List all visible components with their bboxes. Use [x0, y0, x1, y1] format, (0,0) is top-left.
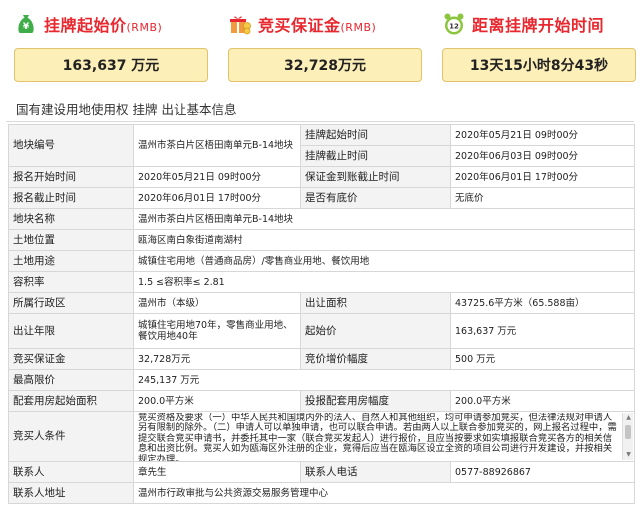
- bidder-conditions-text: 竞买资格及要求（一）中华人民共和国境内外的法人、自然人和其他组织，均可申请参加竞…: [138, 412, 617, 461]
- value-cell: 1.5 ≤容积率≤ 2.81: [133, 271, 635, 293]
- label-cell: 竞买人条件: [8, 411, 134, 462]
- start-price-value: 163,637 万元: [14, 48, 208, 82]
- start-price-card: ¥ 挂牌起始价(RMB) 163,637 万元: [14, 0, 214, 90]
- deposit-title: 竞买保证金(RMB): [258, 16, 377, 35]
- table-row: 报名开始时间 2020年05月21日 09时00分 保证金到账截止时间 2020…: [8, 166, 635, 188]
- value-cell: 2020年06月01日 17时00分: [450, 166, 635, 188]
- label-cell: 地块名称: [8, 208, 134, 230]
- svg-text:¥: ¥: [23, 22, 30, 32]
- value-cell: 43725.6平方米（65.588亩）: [450, 292, 635, 314]
- table-row: 竞买人条件 竞买资格及要求（一）中华人民共和国境内外的法人、自然人和其他组织，均…: [8, 411, 635, 462]
- value-cell: 500 万元: [450, 348, 635, 370]
- value-cell: 0577-88926867: [450, 461, 635, 483]
- section-title: 国有建设用地使用权 挂牌 出让基本信息: [6, 96, 634, 122]
- svg-text:12: 12: [449, 23, 459, 31]
- value-cell: 温州市（本级）: [133, 292, 301, 314]
- value-cell: 无底价: [450, 187, 635, 209]
- gift-coins-icon: [230, 16, 251, 35]
- value-cell: 城镇住宅用地70年，零售商业用地、餐饮用地40年: [133, 313, 301, 349]
- table-row: 出让年限 城镇住宅用地70年，零售商业用地、餐饮用地40年 起始价 163,63…: [8, 313, 635, 349]
- table-row: 报名截止时间 2020年06月01日 17时00分 是否有底价 无底价: [8, 187, 635, 209]
- label-cell: 联系人地址: [8, 482, 134, 504]
- value-cell: 32,728万元: [133, 348, 301, 370]
- value-cell: 瓯海区南白象街道南湖村: [133, 229, 635, 251]
- table-row: 地块编号 温州市茶白片区梧田南单元B-14地块 挂牌起始时间 2020年05月2…: [8, 124, 635, 167]
- value-cell: 温州市行政审批与公共资源交易服务管理中心: [133, 482, 635, 504]
- conditions-scrollbar[interactable]: ▲ ▼: [622, 413, 633, 460]
- scroll-up-icon[interactable]: ▲: [623, 413, 634, 423]
- label-cell: 投报配套用房幅度: [300, 390, 451, 412]
- value-cell: 章先生: [133, 461, 301, 483]
- label-cell: 挂牌截止时间: [300, 145, 451, 167]
- deposit-value: 32,728万元: [228, 48, 422, 82]
- label-cell: 土地用途: [8, 250, 134, 272]
- label-cell: 保证金到账截止时间: [300, 166, 451, 188]
- value-cell: 245,137 万元: [133, 369, 635, 391]
- table-row: 竞买保证金 32,728万元 竞价增价幅度 500 万元: [8, 348, 635, 370]
- label-cell: 地块编号: [8, 124, 134, 167]
- table-row: 容积率 1.5 ≤容积率≤ 2.81: [8, 271, 635, 293]
- start-price-title: 挂牌起始价(RMB): [44, 16, 163, 35]
- value-cell: 温州市茶白片区梧田南单元B-14地块: [133, 208, 635, 230]
- table-row: 配套用房起始面积 200.0平方米 投报配套用房幅度 200.0平方米: [8, 390, 635, 412]
- value-cell: 2020年05月21日 09时00分: [450, 124, 635, 146]
- label-cell: 报名开始时间: [8, 166, 134, 188]
- summary-cards: ¥ 挂牌起始价(RMB) 163,637 万元 竞买保证金(RMB) 32,72…: [0, 0, 640, 90]
- money-bag-icon: ¥: [18, 15, 34, 33]
- label-cell: 报名截止时间: [8, 187, 134, 209]
- label-cell: 最高限价: [8, 369, 134, 391]
- label-cell: 起始价: [300, 313, 451, 349]
- value-cell: 163,637 万元: [450, 313, 635, 349]
- label-cell: 出让年限: [8, 313, 134, 349]
- label-cell: 联系人: [8, 461, 134, 483]
- value-cell: 200.0平方米: [450, 390, 635, 412]
- value-cell: 2020年06月03日 09时00分: [450, 145, 635, 167]
- deposit-card: 竞买保证金(RMB) 32,728万元: [228, 0, 428, 90]
- value-cell: 2020年05月21日 09时00分: [133, 166, 301, 188]
- value-cell: 温州市茶白片区梧田南单元B-14地块: [133, 124, 301, 167]
- table-row: 土地用途 城镇住宅用地（普通商品房）/零售商业用地、餐饮用地: [8, 250, 635, 272]
- label-cell: 土地位置: [8, 229, 134, 251]
- label-cell: 是否有底价: [300, 187, 451, 209]
- land-info-table: 地块编号 温州市茶白片区梧田南单元B-14地块 挂牌起始时间 2020年05月2…: [8, 124, 635, 504]
- label-cell: 出让面积: [300, 292, 451, 314]
- label-cell: 容积率: [8, 271, 134, 293]
- scroll-thumb[interactable]: [625, 425, 631, 439]
- table-row: 联系人地址 温州市行政审批与公共资源交易服务管理中心: [8, 482, 635, 504]
- countdown-title: 距离挂牌开始时间: [472, 16, 605, 35]
- label-cell: 联系人电话: [300, 461, 451, 483]
- table-row: 地块名称 温州市茶白片区梧田南单元B-14地块: [8, 208, 635, 230]
- value-cell: 城镇住宅用地（普通商品房）/零售商业用地、餐饮用地: [133, 250, 635, 272]
- value-cell: 2020年06月01日 17时00分: [133, 187, 301, 209]
- countdown-card: 12 距离挂牌开始时间 13天15小时8分43秒: [442, 0, 640, 90]
- table-row: 所属行政区 温州市（本级） 出让面积 43725.6平方米（65.588亩）: [8, 292, 635, 314]
- scroll-down-icon[interactable]: ▼: [623, 450, 634, 460]
- table-row: 联系人 章先生 联系人电话 0577-88926867: [8, 461, 635, 483]
- label-cell: 竞价增价幅度: [300, 348, 451, 370]
- label-cell: 所属行政区: [8, 292, 134, 314]
- table-row: 土地位置 瓯海区南白象街道南湖村: [8, 229, 635, 251]
- table-row: 最高限价 245,137 万元: [8, 369, 635, 391]
- label-cell: 挂牌起始时间: [300, 124, 451, 146]
- bidder-conditions-cell: 竞买资格及要求（一）中华人民共和国境内外的法人、自然人和其他组织，均可申请参加竞…: [133, 411, 635, 462]
- countdown-value: 13天15小时8分43秒: [442, 48, 636, 82]
- label-cell: 竞买保证金: [8, 348, 134, 370]
- alarm-clock-icon: 12: [444, 13, 464, 35]
- label-cell: 配套用房起始面积: [8, 390, 134, 412]
- value-cell: 200.0平方米: [133, 390, 301, 412]
